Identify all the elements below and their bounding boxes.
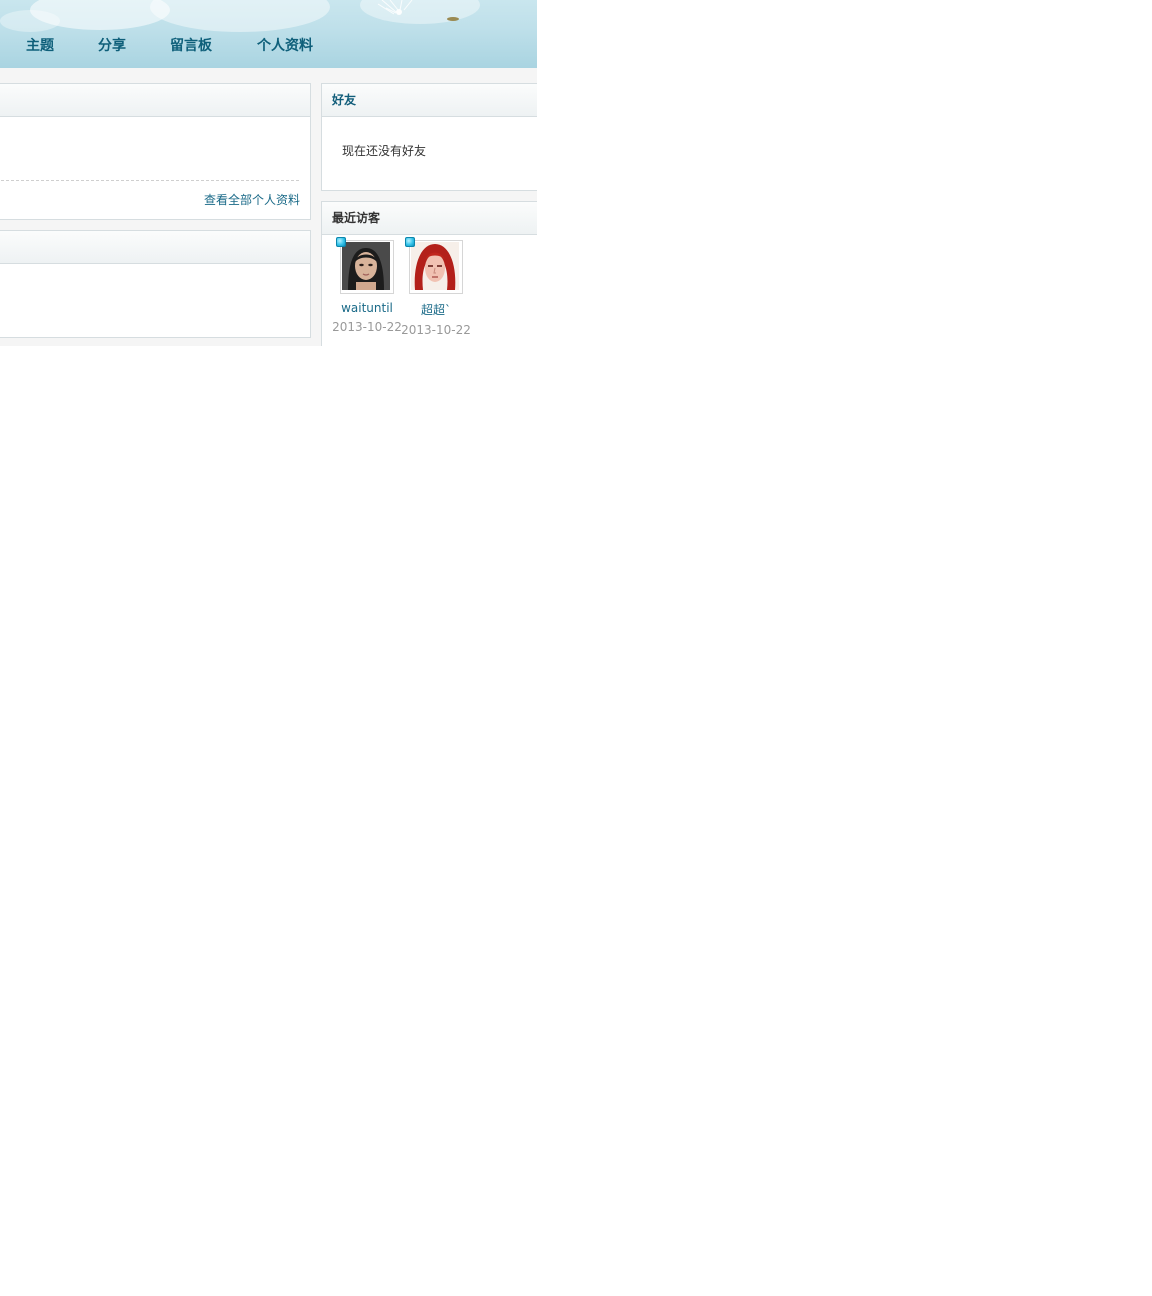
header-banner: 主题 分享 留言板 个人资料 (0, 0, 537, 68)
visitor-item: 超超` 2013-10-22 (401, 237, 471, 337)
view-all-profile-link[interactable]: 查看全部个人资料 (204, 191, 300, 208)
page: 主题 分享 留言板 个人资料 查看全部个人资料 好友 现在还没有好友 最近访客 (0, 0, 537, 346)
cloud-decoration (0, 10, 60, 32)
nav-item-topics[interactable]: 主题 (26, 35, 54, 55)
visitor-date: 2013-10-22 (332, 320, 402, 334)
avatar-image (411, 242, 459, 290)
seed-icon (447, 17, 459, 21)
friends-empty-message: 现在还没有好友 (342, 144, 427, 158)
avatar[interactable] (405, 237, 463, 294)
profile-panel-header (0, 84, 310, 117)
online-status-icon (336, 237, 346, 247)
friends-panel: 好友 现在还没有好友 (321, 83, 537, 191)
visitor-name-link[interactable]: 超超` (401, 301, 471, 318)
dandelion-icon (377, 0, 413, 15)
content-panel-header (0, 231, 310, 264)
visitor-name-link[interactable]: waituntil (332, 301, 402, 315)
nav-item-profile[interactable]: 个人资料 (257, 35, 313, 55)
profile-panel: 查看全部个人资料 (0, 83, 311, 220)
content-panel (0, 230, 311, 338)
divider (1, 180, 299, 181)
nav-item-guestbook[interactable]: 留言板 (170, 35, 212, 55)
avatar-image (342, 242, 390, 290)
visitors-panel: 最近访客 waituntil 2013-10-22 超超` 2013-10-22 (321, 201, 537, 346)
visitor-item: waituntil 2013-10-22 (332, 237, 402, 334)
visitors-panel-title: 最近访客 (322, 202, 537, 235)
nav-item-share[interactable]: 分享 (98, 35, 126, 55)
visitor-date: 2013-10-22 (401, 323, 471, 337)
online-status-icon (405, 237, 415, 247)
avatar[interactable] (336, 237, 394, 294)
friends-panel-title: 好友 (322, 84, 537, 117)
cloud-decoration (150, 0, 330, 32)
